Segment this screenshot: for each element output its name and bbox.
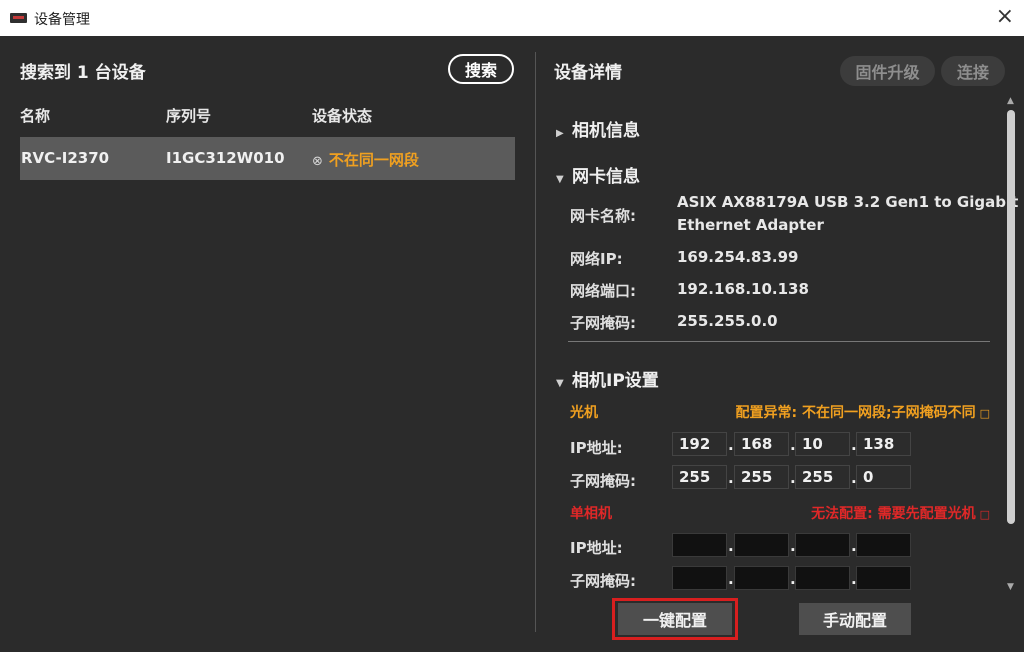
expanded-arrow-icon: ▼ xyxy=(556,174,564,185)
optical-mask-octet-4[interactable]: 0 xyxy=(856,465,911,489)
single-camera-warning: 无法配置: 需要先配置光机 □ xyxy=(811,503,990,523)
device-count-label: 搜索到 1 台设备 xyxy=(20,63,146,83)
nic-name-label: 网卡名称: xyxy=(570,207,636,225)
search-button[interactable]: 搜索 xyxy=(448,54,514,84)
close-icon[interactable]: × xyxy=(996,4,1014,30)
device-serial: I1GC312W010 xyxy=(166,149,285,167)
nic-name-line1: ASIX AX88179A USB 3.2 Gen1 to Gigabit xyxy=(677,193,1019,211)
camera-ip-section[interactable]: ▼ 相机IP设置 xyxy=(556,366,659,391)
optical-mask-octet-2[interactable]: 255 xyxy=(734,465,789,489)
single-ip-octet-4[interactable] xyxy=(856,533,911,557)
connect-button[interactable]: 连接 xyxy=(941,56,1005,86)
ip-dot: . xyxy=(728,436,734,454)
single-mask-octet-2[interactable] xyxy=(734,566,789,590)
nic-name-line2: Ethernet Adapter xyxy=(677,216,824,234)
single-ip-octet-1[interactable] xyxy=(672,533,727,557)
highlight-box xyxy=(612,598,738,640)
column-header-status: 设备状态 xyxy=(312,107,373,125)
section-divider xyxy=(568,341,990,342)
ip-dot: . xyxy=(728,537,734,555)
optical-warning-text: 配置异常: 不在同一网段;子网掩码不同 xyxy=(735,405,976,421)
single-ip-octet-3[interactable] xyxy=(795,533,850,557)
single-camera-warning-text: 无法配置: 需要先配置光机 xyxy=(811,506,976,522)
optical-ip-octet-4[interactable]: 138 xyxy=(856,432,911,456)
nic-port-value: 192.168.10.138 xyxy=(677,280,809,298)
single-ip-label: IP地址: xyxy=(570,539,623,557)
scroll-up-icon[interactable]: ▲ xyxy=(1007,96,1014,106)
camera-info-section[interactable]: ▶ 相机信息 xyxy=(556,116,640,141)
single-mask-octet-3[interactable] xyxy=(795,566,850,590)
camera-info-label: 相机信息 xyxy=(572,121,640,141)
device-name: RVC-I2370 xyxy=(21,149,110,167)
camera-ip-label: 相机IP设置 xyxy=(572,371,659,391)
optical-mask-octet-3[interactable]: 255 xyxy=(795,465,850,489)
optical-ip-octet-2[interactable]: 168 xyxy=(734,432,789,456)
nic-mask-label: 子网掩码: xyxy=(570,314,636,332)
nic-port-label: 网络端口: xyxy=(570,282,636,300)
nic-info-label: 网卡信息 xyxy=(572,167,640,187)
optical-ip-octet-1[interactable]: 192 xyxy=(672,432,727,456)
info-icon: □ xyxy=(979,407,990,420)
firmware-upgrade-button[interactable]: 固件升级 xyxy=(840,56,935,86)
device-status-text: 不在同一网段 xyxy=(328,151,419,169)
nic-ip-value: 169.254.83.99 xyxy=(677,248,799,266)
window-title: 设备管理 xyxy=(34,12,90,28)
error-circle-icon: ⊗ xyxy=(312,154,323,169)
ip-dot: . xyxy=(728,469,734,487)
device-status: ⊗ 不在同一网段 xyxy=(312,149,419,170)
single-mask-octet-4[interactable] xyxy=(856,566,911,590)
info-icon: □ xyxy=(979,508,990,521)
scroll-down-icon[interactable]: ▼ xyxy=(1007,582,1014,592)
single-mask-label: 子网掩码: xyxy=(570,572,636,590)
column-header-serial: 序列号 xyxy=(166,107,212,125)
optical-ip-label: IP地址: xyxy=(570,439,623,457)
title-bar: 设备管理 × xyxy=(0,0,1024,36)
collapsed-arrow-icon: ▶ xyxy=(556,128,564,139)
ip-dot: . xyxy=(728,570,734,588)
expanded-arrow-icon: ▼ xyxy=(556,378,564,389)
single-camera-label: 单相机 xyxy=(570,506,612,522)
optical-ip-octet-3[interactable]: 10 xyxy=(795,432,850,456)
scrollbar-thumb[interactable] xyxy=(1007,110,1015,524)
app-icon xyxy=(10,13,27,23)
nic-info-section[interactable]: ▼ 网卡信息 xyxy=(556,162,640,187)
nic-ip-label: 网络IP: xyxy=(570,250,623,268)
details-title: 设备详情 xyxy=(554,63,622,83)
single-ip-octet-2[interactable] xyxy=(734,533,789,557)
column-header-name: 名称 xyxy=(20,107,51,125)
optical-mask-octet-1[interactable]: 255 xyxy=(672,465,727,489)
single-mask-octet-1[interactable] xyxy=(672,566,727,590)
optical-mask-label: 子网掩码: xyxy=(570,472,636,490)
manual-config-button[interactable]: 手动配置 xyxy=(799,603,911,635)
nic-mask-value: 255.255.0.0 xyxy=(677,312,778,330)
optical-warning: 配置异常: 不在同一网段;子网掩码不同 □ xyxy=(736,402,990,422)
panel-divider xyxy=(535,52,536,632)
device-row[interactable]: RVC-I2370 I1GC312W010 ⊗ 不在同一网段 xyxy=(20,137,515,180)
optical-label: 光机 xyxy=(570,405,598,421)
